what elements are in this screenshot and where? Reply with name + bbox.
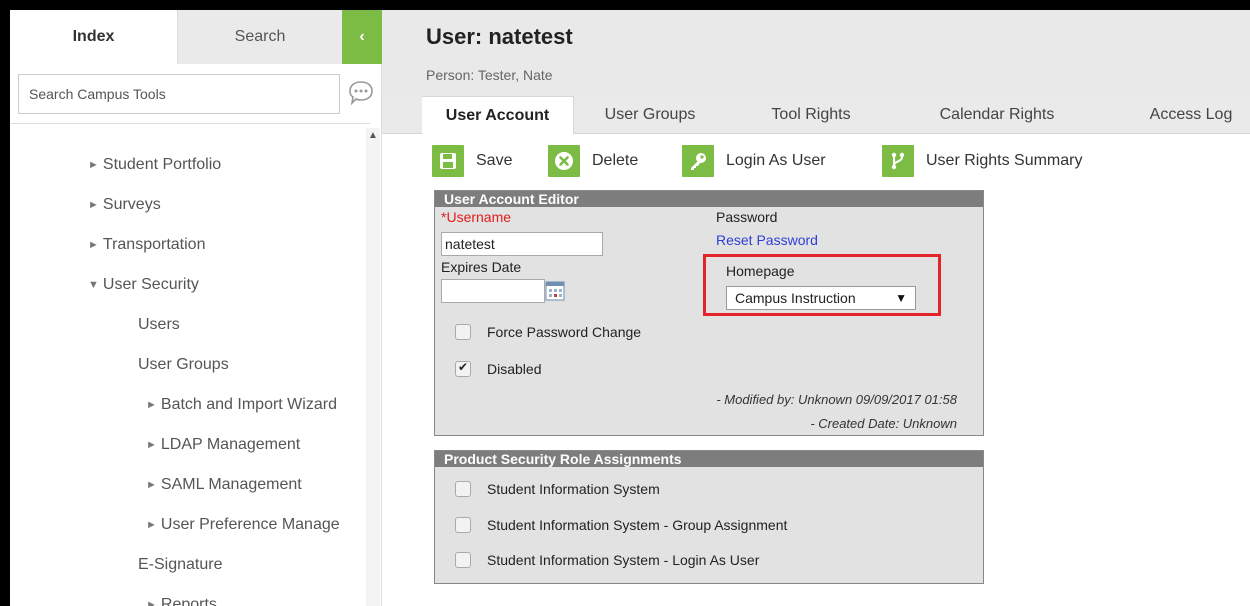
login-as-user-button[interactable]: Login As User	[682, 144, 826, 178]
expand-arrow-icon: ►	[88, 199, 99, 211]
expand-arrow-icon: ►	[146, 519, 157, 531]
homepage-select[interactable]: Campus Instruction ▼	[726, 286, 916, 310]
collapse-arrow-icon: ▼	[88, 279, 99, 291]
delete-icon	[548, 145, 580, 177]
chat-bubble-icon[interactable]	[346, 78, 376, 108]
expand-arrow-icon: ►	[88, 159, 99, 171]
tab-user-groups[interactable]: User Groups	[580, 96, 720, 134]
product-checkbox[interactable]	[455, 517, 471, 533]
chevron-left-icon: ‹	[359, 28, 365, 45]
username-label: *Username	[441, 209, 512, 225]
dropdown-arrow-icon: ▼	[895, 291, 907, 305]
tab-access-log[interactable]: Access Log	[1132, 96, 1250, 134]
tree-item-saml-management[interactable]: ► SAML Management	[146, 476, 302, 494]
scroll-up-arrow-icon[interactable]: ▲	[367, 130, 379, 142]
tree-scrollbar[interactable]: ▲	[366, 128, 380, 606]
campus-tools-tree: ► Student Portfolio ► Surveys ► Transportat…	[10, 128, 366, 606]
person-subtitle: Person: Tester, Nate	[426, 67, 553, 83]
action-toolbar: Save Delete Login As User User Rights Su…	[382, 144, 1250, 178]
divider	[10, 123, 370, 124]
key-icon	[682, 145, 714, 177]
calendar-icon[interactable]	[545, 280, 565, 302]
disabled-label: Disabled	[487, 361, 542, 377]
branch-icon	[882, 145, 914, 177]
user-account-editor: User Account Editor *Username Expires Da…	[434, 190, 984, 436]
tree-item-user-groups[interactable]: User Groups	[138, 356, 229, 374]
tab-tool-rights[interactable]: Tool Rights	[738, 96, 884, 134]
homepage-label: Homepage	[726, 263, 795, 279]
product-label: Student Information System - Group Assig…	[487, 517, 788, 533]
page-header: User: natetest Person: Tester, Nate	[382, 10, 1250, 96]
tree-item-users[interactable]: Users	[138, 316, 180, 334]
expand-arrow-icon: ►	[88, 239, 99, 251]
expires-date-label: Expires Date	[441, 259, 522, 275]
expand-arrow-icon: ►	[146, 439, 157, 451]
search-campus-tools-input[interactable]	[18, 74, 340, 114]
tab-calendar-rights[interactable]: Calendar Rights	[906, 96, 1088, 134]
save-icon	[432, 145, 464, 177]
tree-item-surveys[interactable]: ► Surveys	[88, 196, 161, 214]
user-tabs: User Account User Groups Tool Rights Cal…	[382, 96, 1250, 134]
tree-item-student-portfolio[interactable]: ► Student Portfolio	[88, 156, 221, 174]
product-checkbox[interactable]	[455, 481, 471, 497]
tab-search[interactable]: Search	[178, 10, 342, 64]
reset-password-link[interactable]: Reset Password	[716, 232, 818, 248]
expand-arrow-icon: ►	[146, 599, 157, 606]
app-frame: Index Search ‹ ►Student Portfolio ►Surve…	[10, 10, 1250, 606]
tree-item-ldap-management[interactable]: ► LDAP Management	[146, 436, 300, 454]
force-password-change-label: Force Password Change	[487, 324, 642, 340]
tree-item-reports[interactable]: ► Reports	[146, 596, 217, 606]
product-label: Student Information System	[487, 481, 660, 497]
tree-item-user-preference-management[interactable]: ► User Preference Manage	[146, 516, 340, 534]
product-label: Student Information System - Login As Us…	[487, 552, 760, 568]
modified-by-text: - Modified by: Unknown 09/09/2017 01:58	[716, 392, 957, 407]
tree-item-e-signature[interactable]: E-Signature	[138, 556, 223, 574]
page-title: User: natetest	[426, 24, 573, 49]
editor-title: User Account Editor	[435, 191, 983, 207]
username-input[interactable]	[441, 232, 603, 256]
products-title: Product Security Role Assignments	[435, 451, 983, 467]
product-security-role-assignments: Product Security Role Assignments Studen…	[434, 450, 984, 584]
disabled-checkbox[interactable]	[455, 360, 471, 377]
force-password-change-checkbox[interactable]	[455, 324, 471, 340]
delete-button[interactable]: Delete	[548, 144, 638, 178]
campus-tools-search	[10, 74, 382, 120]
main-content: User: natetest Person: Tester, Nate User…	[382, 10, 1250, 606]
password-label: Password	[716, 209, 778, 225]
save-button[interactable]: Save	[432, 144, 512, 178]
tab-user-account[interactable]: User Account	[422, 96, 574, 134]
left-panel-tabs: Index Search ‹	[10, 10, 382, 64]
tree-item-batch-import-wizard[interactable]: ► Batch and Import Wizard	[146, 396, 337, 414]
created-date-text: - Created Date: Unknown	[810, 416, 957, 431]
tree-item-transportation[interactable]: ► Transportation	[88, 236, 205, 254]
collapse-panel-button[interactable]: ‹	[342, 10, 382, 64]
expand-arrow-icon: ►	[146, 399, 157, 411]
user-rights-summary-button[interactable]: User Rights Summary	[882, 144, 1082, 178]
left-navigation-panel: Index Search ‹ ►Student Portfolio ►Surve…	[10, 10, 382, 606]
tree-item-user-security[interactable]: ▼ User Security	[88, 276, 199, 294]
tab-index[interactable]: Index	[10, 10, 178, 64]
product-checkbox[interactable]	[455, 552, 471, 568]
expires-date-input[interactable]	[441, 279, 545, 303]
expand-arrow-icon: ►	[146, 479, 157, 491]
